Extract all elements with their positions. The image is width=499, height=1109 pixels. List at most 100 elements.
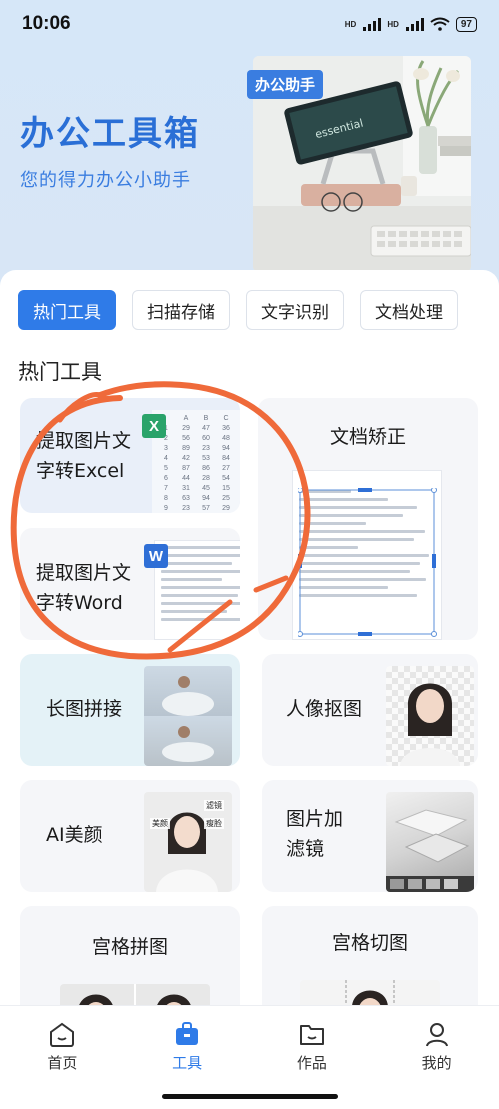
excel-header-cell: A	[183, 415, 189, 422]
tab-hot-tools[interactable]: 热门工具	[18, 290, 116, 330]
category-tabs: 热门工具 扫描存储 文字识别 文档处理	[18, 290, 458, 330]
excel-cell: 36	[236, 464, 240, 474]
slim-face-tag: 瘦脸	[204, 818, 224, 829]
tool-label-long-image-stitch: 长图拼接	[46, 698, 123, 720]
excel-cell: 39	[236, 484, 240, 494]
folder-icon	[299, 1025, 324, 1045]
ai-beauty-photo: 美颜 滤镜 瘦脸	[144, 792, 232, 892]
excel-cell: 54	[222, 475, 230, 482]
excel-cell: 86	[202, 465, 210, 472]
portrait-cutout-photo	[386, 666, 474, 766]
word-icon: W	[144, 544, 168, 568]
status-bar: 10:06 HD HD 97	[0, 0, 499, 48]
excel-cell: 47	[202, 425, 210, 432]
excel-cell: 48	[222, 435, 230, 442]
excel-cell: 31	[182, 485, 190, 492]
excel-cell: 42	[182, 455, 190, 462]
excel-cell: 36	[222, 425, 230, 432]
nav-label-works: 作品	[296, 1054, 327, 1072]
excel-cell: 87	[182, 465, 190, 472]
tool-label-grid-collage: 宫格拼图	[91, 936, 168, 958]
tool-label-grid-cut: 宫格切图	[331, 932, 408, 954]
excel-cell: 15	[222, 485, 230, 492]
toolbox-icon	[176, 1022, 199, 1045]
stitched-horse-photo	[144, 666, 232, 766]
excel-cell: 29	[222, 505, 230, 512]
tool-card-portrait-cutout[interactable]: 人像抠图	[262, 654, 478, 766]
excel-cell: 23	[202, 445, 210, 452]
excel-cell: 63	[182, 495, 190, 502]
excel-cell: 4	[164, 455, 168, 462]
excel-cell: 3	[164, 445, 168, 452]
excel-cell: 84	[222, 455, 230, 462]
tools-sheet: 热门工具 扫描存储 文字识别 文档处理 热门工具 ABCD12947362625…	[0, 270, 499, 1040]
excel-cell: 53	[202, 455, 210, 462]
excel-cell: 36	[236, 444, 240, 454]
crop-frame-icon	[298, 488, 437, 637]
excel-header-cell: D	[236, 414, 240, 424]
section-title: 热门工具	[18, 360, 102, 384]
excel-cell: 28	[202, 475, 210, 482]
tool-label-document-correction: 文档矫正	[329, 426, 406, 448]
excel-cell: 23	[182, 505, 190, 512]
excel-cell: 37	[236, 504, 240, 513]
excel-cell: 89	[182, 445, 190, 452]
signal-icon-2	[405, 17, 424, 31]
home-icon	[50, 1022, 75, 1047]
image-filter-photo	[386, 792, 474, 892]
tab-document-processing[interactable]: 文档处理	[360, 290, 458, 330]
excel-cell: 37	[236, 454, 240, 464]
excel-cell: 60	[202, 435, 210, 442]
excel-cell: 53	[236, 434, 240, 444]
hero-badge: 办公助手	[247, 70, 324, 99]
filter-tag: 滤镜	[204, 800, 224, 811]
network-type-label-2: HD	[387, 19, 399, 29]
tab-text-recognition[interactable]: 文字识别	[246, 290, 344, 330]
hero-title: 办公工具箱	[20, 114, 200, 154]
tool-label-image-to-word: 提取图片文字转Word	[36, 562, 132, 614]
profile-icon	[425, 1023, 448, 1047]
status-time: 10:06	[22, 13, 71, 34]
network-type-label: HD	[344, 19, 357, 29]
tool-card-image-to-word[interactable]: W 提取图片文字转Word	[20, 528, 240, 640]
excel-cell: 8	[164, 495, 168, 502]
tab-scan-storage[interactable]: 扫描存储	[132, 290, 230, 330]
battery-indicator: 97	[455, 16, 477, 32]
hero-subtitle: 您的得力办公小助手	[20, 170, 191, 191]
excel-cell: 94	[202, 495, 210, 502]
nav-item-me[interactable]: 我的	[397, 1020, 477, 1109]
tool-card-ai-beauty[interactable]: AI美颜 美颜 滤镜 瘦脸	[20, 780, 240, 892]
excel-cell: 44	[182, 475, 190, 482]
tool-card-image-to-excel[interactable]: ABCD129473626256604853389239436442538437…	[20, 398, 240, 513]
excel-cell: 94	[222, 445, 230, 452]
excel-cell: 6	[164, 475, 168, 482]
excel-cell: 27	[222, 465, 230, 472]
tool-label-image-filter: 图片加滤镜	[286, 808, 344, 860]
signal-icon	[363, 17, 382, 31]
tool-label-portrait-cutout: 人像抠图	[286, 698, 363, 720]
wifi-icon	[430, 17, 450, 31]
excel-header-cell: C	[223, 415, 229, 422]
excel-cell: 21	[236, 474, 240, 484]
excel-cell: 9	[164, 505, 168, 512]
home-indicator	[162, 1094, 338, 1099]
excel-cell: 45	[202, 485, 210, 492]
beauty-tag: 美颜	[150, 818, 170, 829]
excel-cell: 56	[182, 435, 190, 442]
tool-label-image-to-excel: 提取图片文字转Excel	[36, 430, 132, 482]
excel-cell: 26	[236, 424, 240, 434]
excel-cell: 7	[164, 485, 168, 492]
excel-cell: 57	[202, 505, 210, 512]
nav-label-me: 我的	[421, 1054, 452, 1072]
excel-cell: 25	[222, 495, 230, 502]
tool-card-long-image-stitch[interactable]: 长图拼接	[20, 654, 240, 766]
nav-label-tools: 工具	[172, 1054, 203, 1072]
excel-cell: 29	[182, 425, 190, 432]
nav-item-home[interactable]: 首页	[22, 1020, 102, 1109]
tool-card-image-filter[interactable]: 图片加滤镜	[262, 780, 478, 892]
tool-card-document-correction[interactable]: 文档矫正	[258, 398, 478, 640]
nav-label-home: 首页	[47, 1054, 78, 1072]
excel-cell: 55	[236, 494, 240, 504]
excel-cell: 5	[164, 465, 168, 472]
tool-label-ai-beauty: AI美颜	[46, 824, 103, 846]
